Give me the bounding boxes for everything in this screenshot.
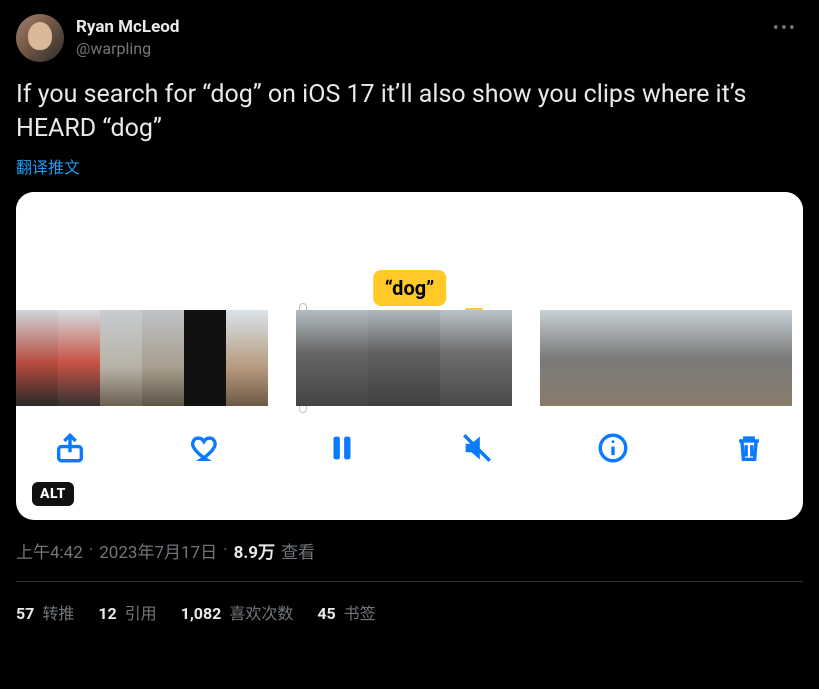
clip-thumb[interactable] <box>58 310 100 406</box>
views-count[interactable]: 8.9万 <box>234 538 275 563</box>
avatar[interactable] <box>16 14 64 62</box>
bookmarks-count: 45 <box>317 604 335 623</box>
clip-thumb[interactable] <box>100 310 142 406</box>
clip-thumb[interactable] <box>624 310 666 406</box>
tweet-meta: 上午4:42 · 2023年7月17日 · 8.9万 查看 <box>16 538 803 563</box>
clip-thumb[interactable] <box>750 310 792 406</box>
clip-group-1[interactable] <box>16 310 268 406</box>
views-label: 查看 <box>281 538 315 563</box>
caption-tag: “dog” <box>373 270 447 306</box>
clip-thumb[interactable] <box>296 310 368 406</box>
likes-stat[interactable]: 1,082 喜欢次数 <box>181 600 294 624</box>
filmstrip[interactable] <box>16 310 803 406</box>
share-icon[interactable] <box>50 428 90 468</box>
clip-group-3[interactable] <box>540 310 792 406</box>
translate-link[interactable]: 翻译推文 <box>16 154 803 178</box>
alt-badge[interactable]: ALT <box>32 482 74 506</box>
media-top-area: “dog” <box>16 192 803 310</box>
heart-icon[interactable] <box>186 428 226 468</box>
clip-thumb[interactable] <box>142 310 184 406</box>
clip-thumb[interactable] <box>708 310 750 406</box>
clip-thumb[interactable] <box>368 310 440 406</box>
clip-thumb[interactable] <box>666 310 708 406</box>
bookmarks-stat[interactable]: 45 书签 <box>317 600 375 624</box>
user-block[interactable]: Ryan McLeod @warpling <box>16 14 179 62</box>
clip-group-2[interactable] <box>296 310 512 406</box>
clip-thumb[interactable] <box>184 310 226 406</box>
trash-icon[interactable] <box>729 428 769 468</box>
tweet-container: Ryan McLeod @warpling ••• If you search … <box>0 0 819 624</box>
info-icon[interactable] <box>593 428 633 468</box>
tweet-text: If you search for “dog” on iOS 17 it’ll … <box>16 78 803 146</box>
clip-thumb[interactable] <box>226 310 268 406</box>
tweet-date[interactable]: 2023年7月17日 <box>99 538 217 563</box>
display-name[interactable]: Ryan McLeod <box>76 17 179 38</box>
retweets-label: 转推 <box>38 604 74 623</box>
media-card[interactable]: “dog” <box>16 192 803 520</box>
user-handle[interactable]: @warpling <box>76 39 179 59</box>
quotes-count: 12 <box>98 604 116 623</box>
retweets-count: 57 <box>16 604 34 623</box>
tweet-stats: 57 转推 12 引用 1,082 喜欢次数 45 书签 <box>16 582 803 624</box>
media-toolbar <box>16 406 803 468</box>
clip-thumb[interactable] <box>440 310 512 406</box>
retweets-stat[interactable]: 57 转推 <box>16 600 74 624</box>
clip-thumb[interactable] <box>16 310 58 406</box>
quotes-label: 引用 <box>121 604 157 623</box>
bookmarks-label: 书签 <box>340 604 376 623</box>
pause-icon[interactable] <box>322 428 362 468</box>
meta-sep: · <box>89 540 93 560</box>
tweet-header: Ryan McLeod @warpling ••• <box>16 14 803 62</box>
likes-label: 喜欢次数 <box>225 604 293 623</box>
clip-thumb[interactable] <box>582 310 624 406</box>
meta-sep: · <box>223 540 227 560</box>
quotes-stat[interactable]: 12 引用 <box>98 600 156 624</box>
likes-count: 1,082 <box>181 604 222 623</box>
user-names: Ryan McLeod @warpling <box>76 17 179 58</box>
mute-icon[interactable] <box>457 428 497 468</box>
clip-thumb[interactable] <box>540 310 582 406</box>
more-options-icon[interactable]: ••• <box>767 14 803 43</box>
tweet-time[interactable]: 上午4:42 <box>16 538 83 563</box>
